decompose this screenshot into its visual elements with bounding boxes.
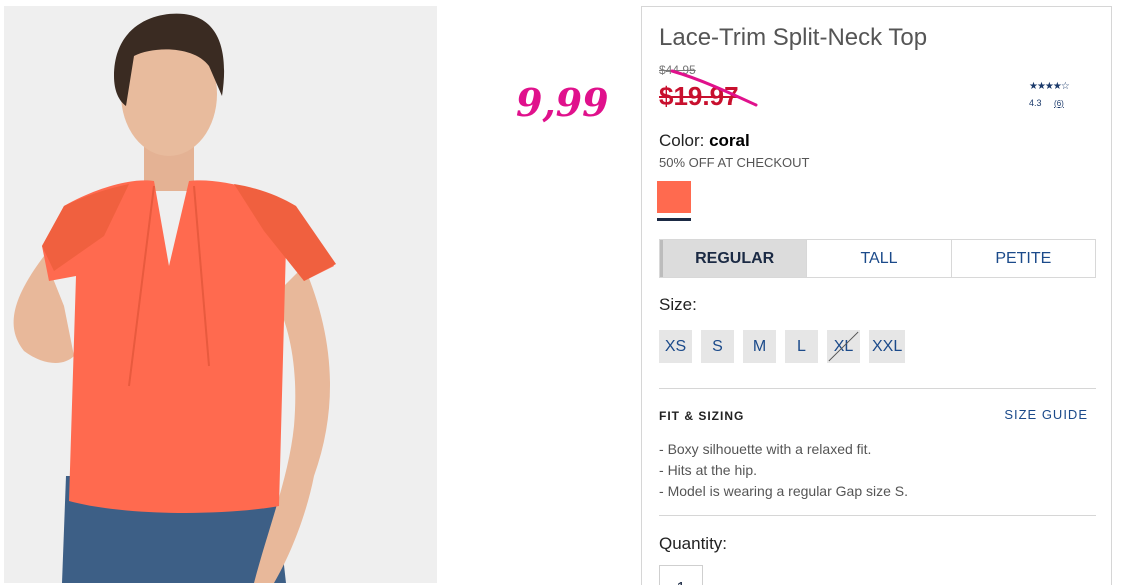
star-rating-icon: ★★★★☆ [1029, 81, 1070, 92]
sale-price: $19.97 [659, 81, 739, 111]
promo-text: 50% OFF AT CHECKOUT [659, 155, 810, 170]
fit-notes-list: Boxy silhouette with a relaxed fit. Hits… [659, 439, 908, 502]
tab-tall[interactable]: TALL [806, 240, 951, 277]
divider [659, 515, 1096, 516]
swatch-chip [657, 181, 691, 213]
color-label: Color: [659, 131, 705, 150]
size-guide-link[interactable]: SIZE GUIDE [1004, 407, 1088, 422]
list-item: Boxy silhouette with a relaxed fit. [659, 439, 908, 460]
review-count-link[interactable]: (6) [1054, 99, 1064, 108]
rating-value: 4.3 [1029, 98, 1042, 108]
quantity-label: Quantity: [659, 534, 728, 553]
sale-price-row: $19.97 [659, 81, 739, 112]
tab-regular[interactable]: REGULAR [660, 240, 807, 277]
rating-widget[interactable]: ★★★★☆ 4.3 (6) [1029, 81, 1089, 108]
fit-tabs: REGULAR TALL PETITE [659, 239, 1096, 278]
size-button-l[interactable]: L [785, 330, 818, 363]
size-button-m[interactable]: M [743, 330, 776, 363]
quantity-select[interactable]: 1 [659, 565, 703, 585]
fit-sizing-heading: FIT & SIZING [659, 409, 745, 423]
overlay-price-annotation: 9,99 [516, 80, 609, 125]
size-button-xxl[interactable]: XXL [869, 330, 906, 363]
out-of-stock-slash-icon [828, 331, 859, 362]
size-button-s[interactable]: S [701, 330, 734, 363]
color-swatch-coral[interactable] [657, 181, 691, 221]
product-detail-panel: Lace-Trim Split-Neck Top $44.95 $19.97 ★… [641, 6, 1112, 585]
size-button-xs[interactable]: XS [659, 330, 692, 363]
product-image [4, 6, 437, 583]
size-selector: XS S M L XL XXL [659, 330, 906, 363]
size-label: Size: [659, 295, 697, 314]
original-price: $44.95 [659, 63, 696, 77]
swatch-selected-indicator [657, 218, 691, 221]
divider [659, 388, 1096, 389]
color-row: Color: coral [659, 131, 750, 151]
product-title: Lace-Trim Split-Neck Top [659, 24, 928, 51]
size-button-xl[interactable]: XL [827, 330, 860, 363]
color-value: coral [709, 131, 750, 150]
tab-petite[interactable]: PETITE [950, 240, 1095, 277]
list-item: Hits at the hip. [659, 460, 908, 481]
list-item: Model is wearing a regular Gap size S. [659, 481, 908, 502]
